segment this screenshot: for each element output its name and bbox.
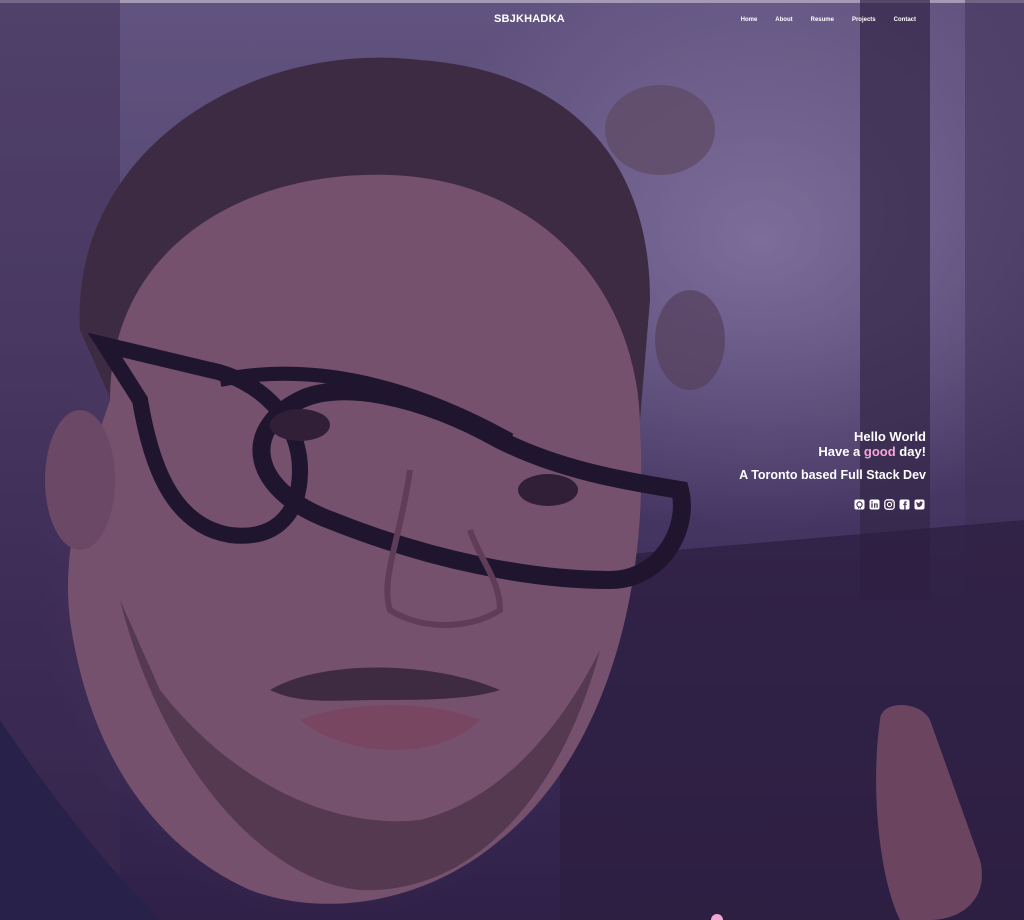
nav-about[interactable]: About [775,17,792,23]
top-nav: Home About Resume Projects Contact [741,17,916,23]
tagline: A Toronto based Full Stack Dev [739,468,926,482]
nav-contact[interactable]: Contact [894,17,916,23]
instagram-icon[interactable] [884,497,895,510]
hero-section: SBJKHADKA Home About Resume Projects Con… [0,0,1024,920]
wish-highlight: good [863,444,896,459]
greeting: Hello World [854,429,926,444]
brand-logo[interactable]: SBJKHADKA [494,13,565,25]
github-icon[interactable] [854,497,865,510]
intro-text-block: Hello World Have a good day! A Toronto b… [739,429,926,483]
wish-prefix: Have a [818,444,864,459]
facebook-icon[interactable] [899,497,910,510]
wish-line: Have a good day! [739,444,926,459]
social-links [854,497,925,510]
wish-suffix: day! [895,444,926,459]
linkedin-icon[interactable] [869,497,880,510]
nav-projects[interactable]: Projects [852,17,876,23]
nav-resume[interactable]: Resume [811,17,834,23]
nav-home[interactable]: Home [741,17,758,23]
twitter-icon[interactable] [914,497,925,510]
scroll-indicator[interactable] [711,914,723,920]
